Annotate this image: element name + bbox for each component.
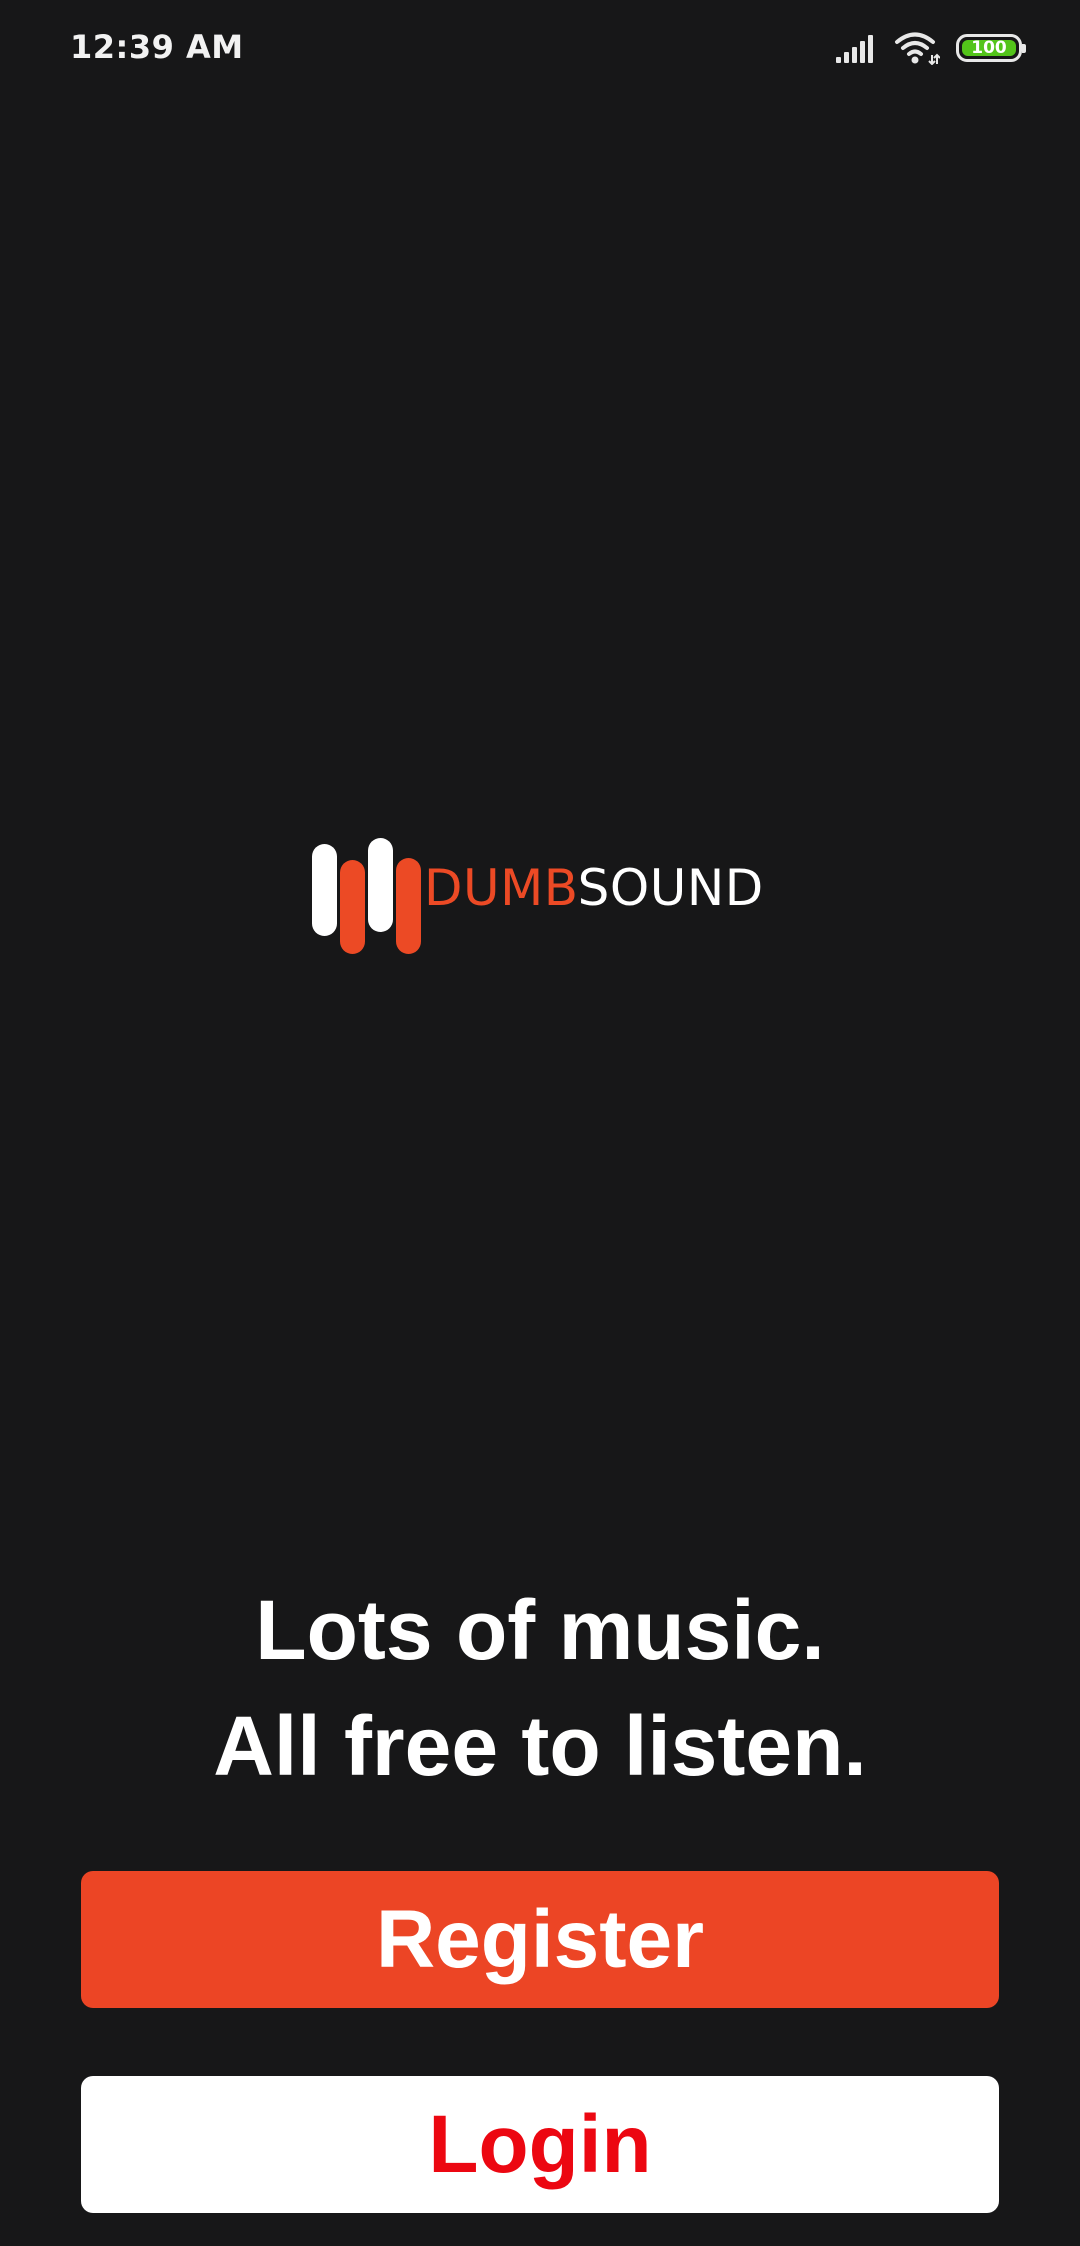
status-time: 12:39 AM <box>70 28 244 66</box>
status-bar: 12:39 AM 100 <box>0 0 1080 96</box>
sound-bars-logo-icon <box>312 838 421 954</box>
battery-level: 100 <box>971 38 1007 58</box>
battery-icon: 100 <box>956 34 1026 62</box>
tagline: Lots of music. All free to listen. <box>0 1572 1080 1804</box>
signal-icon <box>836 35 873 63</box>
wordmark-sound: SOUND <box>577 859 764 917</box>
status-icons: 100 <box>836 28 1026 68</box>
app-logo: DUMBSOUND <box>312 838 772 956</box>
tagline-line-1: Lots of music. <box>255 1583 825 1677</box>
wordmark-dumb: DUMB <box>424 859 578 917</box>
app-wordmark: DUMBSOUND <box>424 858 764 918</box>
login-button[interactable]: Login <box>81 2076 999 2213</box>
tagline-line-2: All free to listen. <box>213 1699 867 1793</box>
battery-tip <box>1022 44 1026 53</box>
register-button[interactable]: Register <box>81 1871 999 2008</box>
wifi-icon <box>895 32 940 65</box>
